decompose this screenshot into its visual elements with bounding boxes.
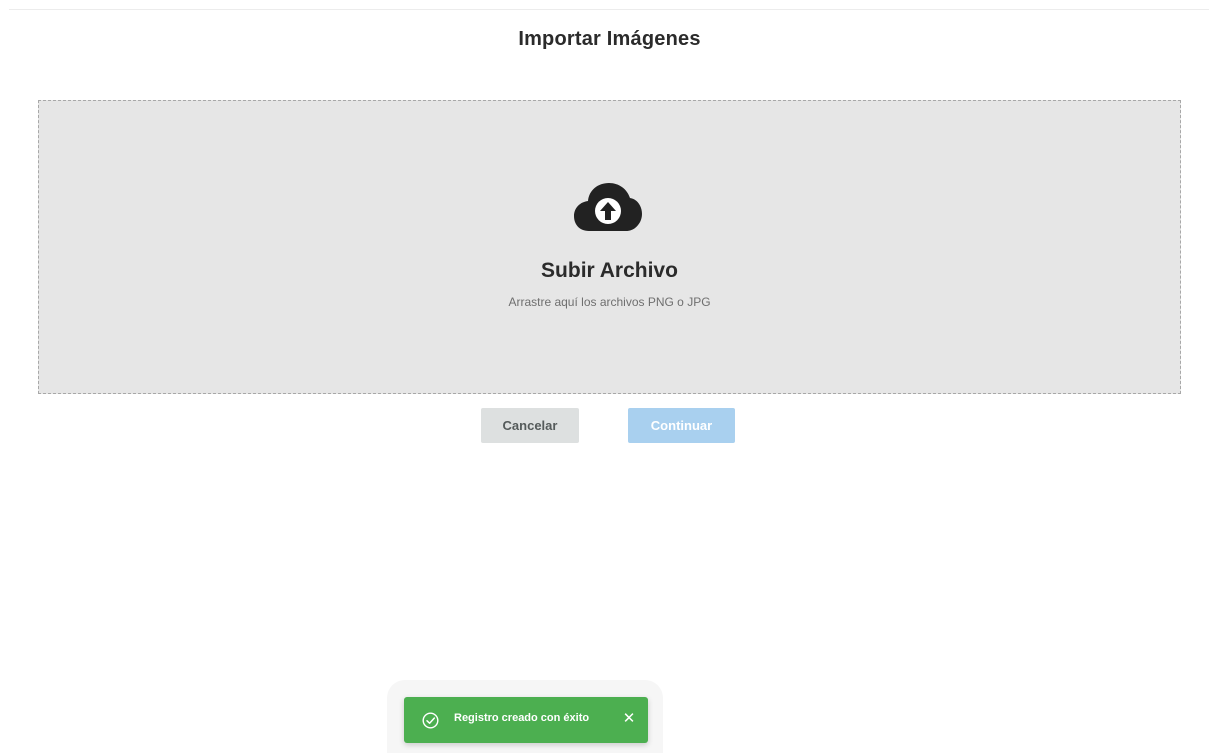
- upload-title: Subir Archivo: [541, 259, 678, 282]
- check-circle-icon: [422, 712, 439, 729]
- top-divider: [9, 9, 1209, 10]
- file-dropzone[interactable]: Subir Archivo Arrastre aquí los archivos…: [38, 100, 1181, 394]
- toast-message: Registro creado con éxito: [454, 712, 590, 724]
- close-icon[interactable]: ✕: [620, 710, 638, 728]
- upload-hint: Arrastre aquí los archivos PNG o JPG: [508, 295, 711, 309]
- import-images-page: Importar Imágenes Subir Archivo Arrastre…: [0, 0, 1209, 753]
- continue-button[interactable]: Continuar: [628, 408, 735, 443]
- cloud-upload-icon: [574, 183, 642, 231]
- page-title: Importar Imágenes: [518, 28, 701, 50]
- cancel-button[interactable]: Cancelar: [481, 408, 579, 443]
- success-toast: Registro creado con éxito ✕: [404, 697, 648, 743]
